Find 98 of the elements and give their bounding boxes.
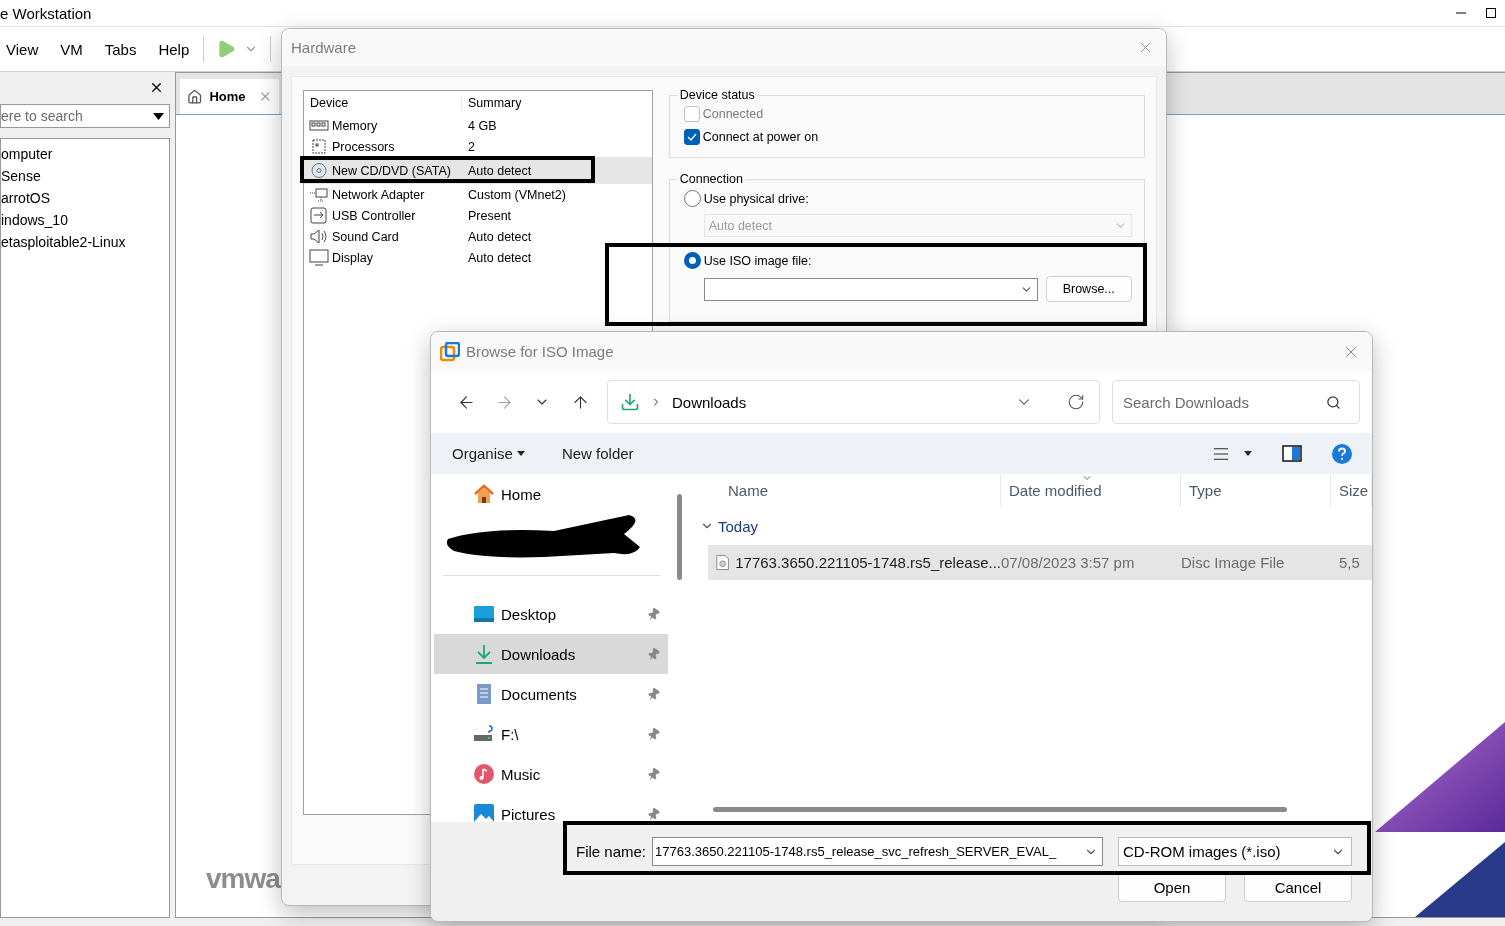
disc-icon — [309, 162, 329, 179]
file-type-select[interactable]: CD-ROM images (*.iso) — [1118, 837, 1352, 866]
radio-button[interactable] — [683, 190, 701, 207]
maximize-icon[interactable] — [1485, 7, 1497, 19]
home-icon — [187, 88, 203, 105]
download-icon — [473, 643, 495, 665]
menu-item[interactable]: View — [6, 40, 39, 58]
device-name: New CD/DVD (SATA) — [332, 163, 451, 178]
iso-path-field[interactable] — [703, 277, 1038, 301]
check-icon — [686, 133, 697, 141]
nav-item[interactable]: Music — [434, 754, 668, 794]
device-name: USB Controller — [332, 208, 416, 223]
network-icon — [309, 186, 329, 203]
help-icon[interactable] — [1332, 443, 1352, 464]
file-name: 17763.3650.221105-1748.rs5_release... — [735, 554, 1001, 571]
radio-button[interactable] — [683, 252, 701, 269]
nav-item[interactable]: F:\ — [434, 714, 668, 754]
window-title: e Workstation — [0, 4, 92, 22]
caret-icon[interactable] — [1244, 451, 1252, 456]
device-name: Memory — [332, 118, 378, 133]
checkbox-label: Connect at power on — [702, 130, 819, 144]
menu-item[interactable]: VM — [60, 40, 83, 58]
dialog-title: Hardware — [291, 39, 357, 56]
file-row[interactable]: 17763.3650.221105-1748.rs5_release...07/08/2023 3:57 pm Disc Image File 5,5 — [708, 545, 1372, 580]
scrollbar-thumb[interactable] — [677, 494, 682, 580]
tab[interactable]: Home — [180, 79, 279, 114]
device-name: Sound Card — [332, 229, 399, 244]
device-row[interactable]: USB Controller Present — [304, 205, 652, 226]
address-bar[interactable]: Downloads — [607, 380, 1100, 424]
column-header: Summary — [467, 96, 523, 110]
tree-item[interactable]: omputer — [1, 143, 169, 165]
usb-icon — [309, 207, 329, 224]
preview-pane-icon[interactable] — [1282, 445, 1302, 462]
processor-icon — [309, 138, 329, 155]
file-name-field[interactable]: 17763.3650.221105-1748.rs5_release_svc_refresh_SERVER_EVAL_ — [652, 837, 1103, 866]
browse-button[interactable]: Browse... — [1045, 276, 1132, 302]
field-label: File name: — [575, 843, 646, 860]
checkbox[interactable] — [683, 129, 700, 145]
device-name: Network Adapter — [332, 187, 425, 202]
refresh-icon[interactable] — [1067, 393, 1085, 411]
monitor-icon — [309, 249, 329, 266]
group-title: Device status — [678, 88, 756, 102]
search-icon — [1326, 394, 1341, 410]
device-name: Display — [332, 250, 373, 265]
radio-label: Use ISO image file: — [703, 253, 812, 268]
column-header[interactable]: Name — [688, 474, 1001, 507]
menu-item[interactable]: Help — [158, 40, 190, 58]
checkbox-label: Connected — [702, 107, 764, 121]
organise-menu[interactable]: Organise — [452, 445, 525, 462]
file-size: 5,5 — [1339, 554, 1361, 571]
tree-item[interactable]: etasploitable2-Linux — [1, 231, 169, 253]
device-summary: Present — [467, 208, 513, 223]
column-header[interactable]: Size — [1331, 474, 1372, 507]
nav-item[interactable]: Home — [434, 479, 668, 509]
memory-icon — [309, 117, 329, 134]
app-icon — [440, 341, 460, 362]
nav-item[interactable]: Documents — [434, 674, 668, 714]
column-header[interactable]: Date modified — [1001, 474, 1181, 507]
radio-label: Use physical drive: — [703, 191, 809, 206]
file-date: 07/08/2023 3:57 pm — [1001, 554, 1136, 571]
device-row[interactable]: Display Auto detect — [304, 247, 652, 268]
logo: vmwa — [206, 863, 280, 895]
scrollbar-thumb[interactable] — [713, 807, 1287, 812]
tree-item[interactable]: indows_10 — [1, 209, 169, 231]
dropdown-icon — [153, 112, 164, 120]
column-header[interactable]: Type — [1181, 474, 1331, 507]
address-text: Downloads — [672, 393, 748, 411]
group-header: Today — [718, 517, 759, 535]
device-summary: 2 — [467, 139, 476, 154]
disc-file-icon — [716, 553, 730, 572]
desktop-icon — [473, 603, 495, 625]
music-icon — [473, 763, 495, 785]
device-name: Processors — [332, 139, 395, 154]
device-row[interactable]: Sound Card Auto detect — [304, 226, 652, 247]
device-row[interactable]: Processors 2 — [304, 136, 652, 157]
device-summary: 4 GB — [467, 118, 498, 133]
file-type: Disc Image File — [1181, 554, 1286, 571]
download-icon — [620, 392, 640, 412]
device-row[interactable]: Network Adapter Custom (VMnet2) — [304, 184, 652, 205]
search-field[interactable]: ere to search — [0, 104, 170, 128]
new-folder-button[interactable]: New folder — [561, 445, 634, 462]
search-field[interactable]: Search Downloads — [1112, 380, 1360, 424]
tree-item[interactable]: arrotOS — [1, 187, 169, 209]
speaker-icon — [309, 228, 329, 245]
dialog-title: Browse for ISO Image — [466, 343, 614, 360]
device-summary: Custom (VMnet2) — [467, 187, 567, 202]
tree-item[interactable]: Sense — [1, 165, 169, 187]
device-summary: Auto detect — [467, 163, 533, 178]
device-summary: Auto detect — [467, 250, 533, 265]
column-header: Device — [304, 96, 462, 110]
device-row[interactable]: Memory 4 GB — [304, 115, 652, 136]
caret-icon — [516, 451, 525, 456]
menu-item[interactable]: Tabs — [104, 40, 137, 58]
home-icon — [473, 483, 495, 505]
nav-item[interactable]: Desktop — [434, 594, 668, 634]
group-title: Connection — [678, 172, 744, 186]
nav-item[interactable]: Downloads — [434, 634, 668, 674]
device-summary: Auto detect — [467, 229, 533, 244]
